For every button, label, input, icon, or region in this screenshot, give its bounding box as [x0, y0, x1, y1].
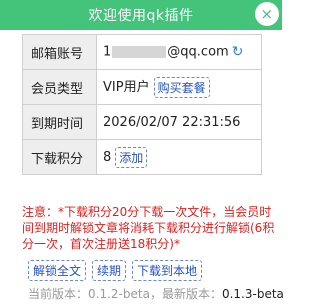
refresh-icon[interactable]: ↻: [232, 44, 244, 60]
unlock-fulltext-button[interactable]: 解锁全文: [28, 260, 87, 281]
close-icon[interactable]: ×: [257, 4, 277, 24]
account-info-table: 邮箱账号 1 @qq.com ↻ 会员类型 VIP用户 购买套餐 到期时间 2026/…: [22, 34, 262, 175]
email-value: 1 @qq.com ↻: [96, 34, 262, 70]
current-version: 0.1.2-beta: [88, 287, 150, 301]
email-suffix: @qq.com: [167, 44, 229, 60]
close-glyph: ×: [260, 4, 274, 23]
buy-package-button[interactable]: 购买套餐: [153, 77, 210, 98]
points-value: 8: [103, 149, 112, 165]
row-points: 下载积分 8 添加: [22, 139, 262, 175]
add-points-button[interactable]: 添加: [115, 146, 148, 168]
current-version-label: 当前版本：: [28, 287, 89, 301]
membership-value-cell: VIP用户 购买套餐: [96, 69, 262, 105]
version-separator: ，: [149, 287, 162, 301]
panel-title: 欢迎使用qk插件: [88, 8, 194, 24]
row-expiry: 到期时间 2026/02/07 22:31:56: [22, 104, 262, 140]
membership-label: 会员类型: [22, 69, 97, 105]
notice-text: 注意：*下载积分20分下载一次文件，当会员时间到期时解锁文章将消耗下载积分进行解…: [22, 205, 275, 251]
action-bar: 解锁全文 续期 下载到本地: [28, 260, 203, 281]
panel-header: 欢迎使用qk插件 ×: [0, 0, 282, 30]
email-prefix: 1: [103, 44, 112, 60]
qk-plugin-panel: 欢迎使用qk插件 × 邮箱账号 1 @qq.com ↻ 会员类型 VIP用户 购买套餐…: [0, 0, 284, 306]
latest-version-label: 最新版本：: [161, 287, 222, 301]
expiry-value: 2026/02/07 22:31:56: [96, 104, 262, 140]
version-info: 当前版本：0.1.2-beta，最新版本：0.1.3-beta: [28, 285, 284, 302]
membership-value: VIP用户: [103, 80, 150, 95]
row-email: 邮箱账号 1 @qq.com ↻: [22, 34, 262, 70]
latest-version: 0.1.3-beta: [221, 287, 284, 301]
download-local-button[interactable]: 下载到本地: [132, 260, 203, 281]
email-redacted-mask: [112, 46, 167, 58]
email-label: 邮箱账号: [22, 34, 97, 70]
renew-button[interactable]: 续期: [92, 260, 127, 281]
expiry-label: 到期时间: [22, 104, 97, 140]
points-label: 下载积分: [22, 139, 97, 175]
points-value-cell: 8 添加: [96, 139, 262, 175]
row-membership: 会员类型 VIP用户 购买套餐: [22, 69, 262, 105]
